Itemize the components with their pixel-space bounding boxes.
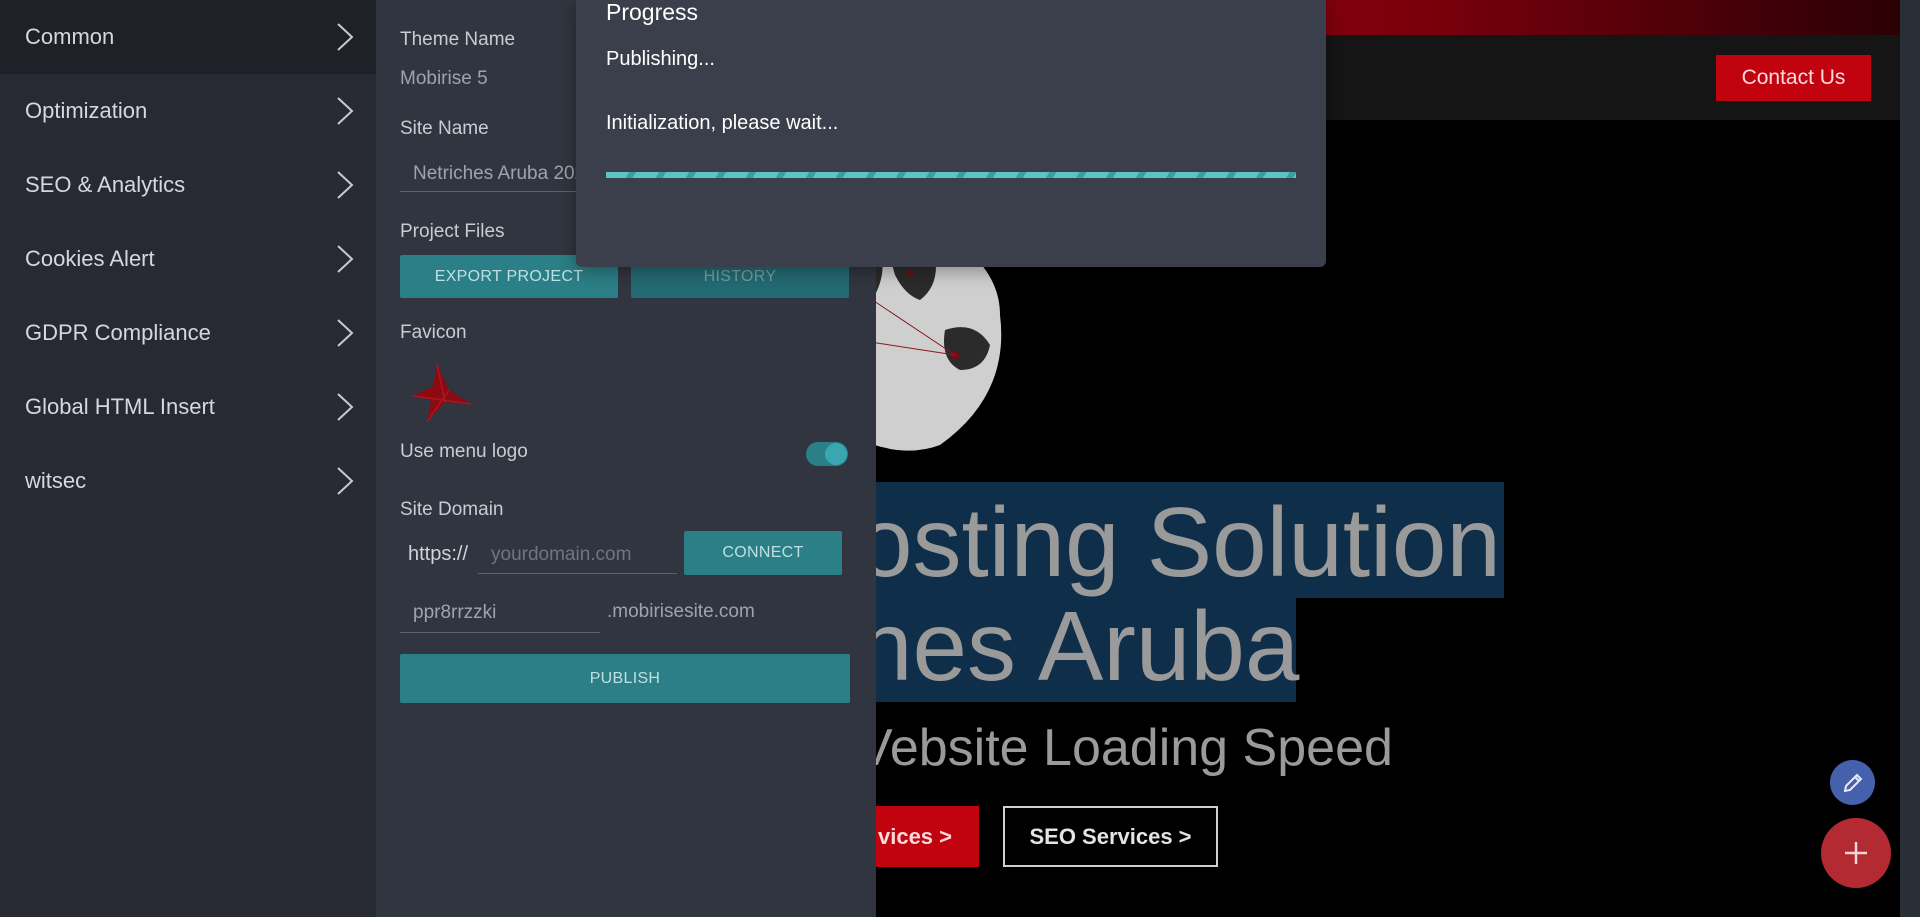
chevron-right-icon xyxy=(337,171,354,199)
chevron-right-icon xyxy=(337,23,354,51)
hero-title-line-1[interactable]: osting Solution xyxy=(858,493,1501,591)
seo-services-button[interactable]: SEO Services > xyxy=(1003,806,1218,867)
modal-status-text: Publishing... xyxy=(606,48,715,70)
progress-bar xyxy=(606,172,1296,178)
sidebar-item-optimization[interactable]: Optimization xyxy=(0,74,376,148)
site-name-label: Site Name xyxy=(400,118,489,139)
sidebar-item-label: Optimization xyxy=(25,98,148,123)
modal-message: Initialization, please wait... xyxy=(606,112,839,134)
plus-icon xyxy=(1845,842,1867,864)
publish-button[interactable]: PUBLISH xyxy=(400,654,850,703)
favicon-image[interactable] xyxy=(409,360,475,426)
chevron-right-icon xyxy=(337,393,354,421)
sidebar-item-cookies-alert[interactable]: Cookies Alert xyxy=(0,222,376,296)
sidebar-item-label: Common xyxy=(25,24,115,49)
add-block-fab-button[interactable] xyxy=(1821,818,1891,888)
sidebar-item-witsec[interactable]: witsec xyxy=(0,444,376,518)
hero-title-line-2[interactable]: hes Aruba xyxy=(858,597,1299,695)
use-menu-logo-label: Use menu logo xyxy=(400,441,528,462)
connect-domain-button[interactable]: CONNECT xyxy=(684,531,842,575)
contact-us-button[interactable]: Contact Us xyxy=(1716,55,1871,101)
use-menu-logo-toggle[interactable] xyxy=(806,442,848,466)
site-domain-label: Site Domain xyxy=(400,499,504,520)
theme-name-label: Theme Name xyxy=(400,29,516,50)
sidebar-item-label: GDPR Compliance xyxy=(25,320,211,345)
sidebar-item-label: witsec xyxy=(25,468,87,493)
custom-domain-input[interactable] xyxy=(478,536,677,574)
pencil-icon xyxy=(1843,773,1862,792)
right-edge-scrollbar[interactable] xyxy=(1900,0,1920,917)
modal-title: Progress xyxy=(606,0,699,25)
progress-modal: Progress Publishing... Initialization, p… xyxy=(576,0,1326,267)
chevron-right-icon xyxy=(337,319,354,347)
sidebar-item-gdpr-compliance[interactable]: GDPR Compliance xyxy=(0,296,376,370)
sidebar-item-label: SEO & Analytics xyxy=(25,172,186,197)
project-files-label: Project Files xyxy=(400,221,505,242)
subdomain-input[interactable] xyxy=(400,593,600,633)
sidebar-item-common[interactable]: Common xyxy=(0,0,376,74)
services-button[interactable]: vices > xyxy=(860,806,979,867)
edit-fab-button[interactable] xyxy=(1830,760,1875,805)
sidebar-item-seo-analytics[interactable]: SEO & Analytics xyxy=(0,148,376,222)
protocol-prefix: https:// xyxy=(408,543,469,565)
subdomain-suffix: .mobirisesite.com xyxy=(607,601,755,622)
sidebar-item-label: Global HTML Insert xyxy=(25,394,215,419)
favicon-label: Favicon xyxy=(400,322,467,343)
app-root: Contact Us osting Solution hes Aruba Veb… xyxy=(0,0,1920,917)
sidebar-item-global-html-insert[interactable]: Global HTML Insert xyxy=(0,370,376,444)
toggle-knob xyxy=(825,443,847,465)
chevron-right-icon xyxy=(337,245,354,273)
theme-name-value: Mobirise 5 xyxy=(400,68,488,89)
hero-subtitle[interactable]: Vebsite Loading Speed xyxy=(858,718,1393,778)
chevron-right-icon xyxy=(337,467,354,495)
progress-bar-fill xyxy=(606,172,1296,178)
sidebar-item-label: Cookies Alert xyxy=(25,246,155,271)
settings-category-sidebar: Common Optimization SEO & Analytics Cook… xyxy=(0,0,376,917)
chevron-right-icon xyxy=(337,97,354,125)
